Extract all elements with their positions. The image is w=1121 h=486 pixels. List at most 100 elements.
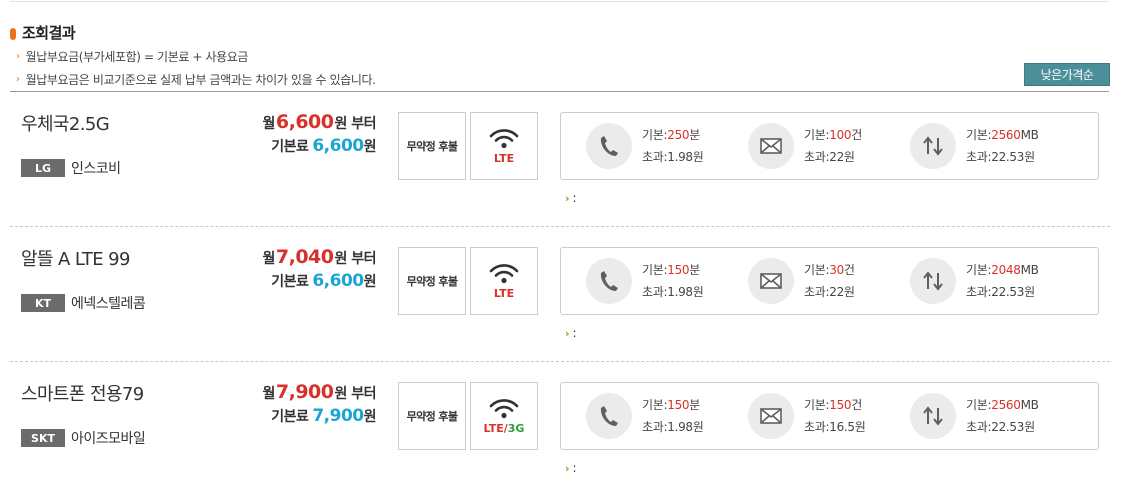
- voice-allowance: 기본:250분 초과:1.98원: [586, 123, 704, 169]
- data-transfer-icon: [910, 123, 956, 169]
- more-info-text: :: [572, 461, 577, 475]
- data-base-value: 2560: [991, 398, 1021, 412]
- more-info-link[interactable]: › :: [565, 326, 577, 340]
- voice-base-value: 250: [667, 128, 690, 142]
- voice-text: 기본:250분 초과:1.98원: [642, 124, 704, 168]
- data-allowance: 기본:2560MB 초과:22.53원: [910, 123, 1039, 169]
- voice-over-label: 초과:: [642, 150, 668, 164]
- plan-name[interactable]: 알뜰 A LTE 99: [21, 245, 130, 271]
- monthly-prefix: 월: [262, 386, 275, 402]
- base-fee-value: 6,600: [312, 136, 364, 156]
- voice-over-label: 초과:: [642, 420, 668, 434]
- sms-over-label: 초과:: [804, 150, 830, 164]
- data-unit: MB: [1020, 398, 1039, 412]
- monthly-price: 월 6,600 원 부터: [262, 111, 376, 133]
- data-unit: MB: [1020, 263, 1039, 277]
- contract-tag: 무약정 후불: [398, 247, 466, 315]
- page-title: 조회결과: [22, 23, 76, 42]
- plan-row[interactable]: 알뜰 A LTE 99 KT 에넥스텔레콤 월 7,040 원 부터 기본료 6…: [10, 227, 1110, 362]
- chevron-right-icon: ›: [565, 461, 570, 475]
- voice-over-value: 1.98원: [667, 150, 704, 164]
- network-tag: LTE: [470, 247, 538, 315]
- voice-base-label: 기본:: [642, 263, 668, 277]
- monthly-price: 월 7,040 원 부터: [262, 246, 376, 268]
- wifi-icon: [489, 399, 519, 419]
- sms-over-value: 22원: [829, 285, 855, 299]
- network-label: LTE/3G: [484, 422, 525, 435]
- data-base-value: 2048: [991, 263, 1021, 277]
- more-info-link[interactable]: › :: [565, 461, 577, 475]
- usage-detail: 기본:250분 초과:1.98원 기본:100건 초과:22원 기본:2560M…: [560, 112, 1099, 180]
- arrow-right-icon: ›: [16, 51, 20, 62]
- more-info-link[interactable]: › :: [565, 191, 577, 205]
- sms-unit: 건: [851, 128, 862, 142]
- voice-text: 기본:150분 초과:1.98원: [642, 394, 704, 438]
- base-fee-unit: 원: [363, 274, 377, 290]
- carrier-name: 아이즈모바일: [71, 431, 146, 447]
- sms-base-label: 기본:: [804, 263, 830, 277]
- carrier-badge: SKT: [21, 429, 65, 447]
- plan-row[interactable]: 우체국2.5G LG 인스코비 월 6,600 원 부터 기본료 6,600 원…: [10, 92, 1110, 227]
- data-text: 기본:2560MB 초과:22.53원: [966, 124, 1039, 168]
- more-info-text: :: [572, 326, 577, 340]
- data-transfer-icon: [910, 258, 956, 304]
- phone-icon: [586, 393, 632, 439]
- base-fee-unit: 원: [363, 139, 377, 155]
- voice-base-label: 기본:: [642, 128, 668, 142]
- base-fee-unit: 원: [363, 409, 377, 425]
- arrow-right-icon: ›: [16, 74, 20, 85]
- monthly-price-value: 7,900: [275, 381, 334, 403]
- sms-text: 기본:30건 초과:22원: [804, 259, 855, 303]
- base-fee: 기본료 6,600 원: [271, 271, 376, 291]
- wifi-icon: [489, 264, 519, 284]
- plan-name[interactable]: 우체국2.5G: [21, 110, 110, 136]
- data-allowance: 기본:2048MB 초과:22.53원: [910, 258, 1039, 304]
- section-title: 조회결과: [10, 22, 76, 42]
- base-fee: 기본료 6,600 원: [271, 136, 376, 156]
- voice-over-value: 1.98원: [667, 420, 704, 434]
- contract-tag: 무약정 후불: [398, 382, 466, 450]
- carrier-name: 에넥스텔레콤: [71, 296, 146, 312]
- base-fee: 기본료 7,900 원: [271, 406, 376, 426]
- envelope-icon: [748, 393, 794, 439]
- data-text: 기본:2048MB 초과:22.53원: [966, 259, 1039, 303]
- phone-icon: [586, 258, 632, 304]
- base-fee-label: 기본료: [271, 139, 309, 155]
- network-label: LTE: [494, 287, 514, 300]
- sms-unit: 건: [843, 263, 855, 277]
- envelope-icon: [748, 258, 794, 304]
- voice-unit: 분: [689, 263, 700, 277]
- bullet-icon: [10, 28, 16, 40]
- sms-allowance: 기본:150건 초과:16.5원: [748, 393, 866, 439]
- plan-row[interactable]: 스마트폰 전용79 SKT 아이즈모바일 월 7,900 원 부터 기본료 7,…: [10, 362, 1110, 486]
- voice-over-value: 1.98원: [667, 285, 704, 299]
- contract-tag: 무약정 후불: [398, 112, 466, 180]
- plan-name[interactable]: 스마트폰 전용79: [21, 380, 144, 406]
- data-over-label: 초과:: [966, 420, 992, 434]
- network-type: LTE: [493, 152, 515, 165]
- carrier: LG 인스코비: [21, 158, 121, 178]
- data-base-value: 2560: [991, 128, 1021, 142]
- monthly-suffix: 원 부터: [334, 251, 376, 267]
- voice-text: 기본:150분 초과:1.98원: [642, 259, 704, 303]
- sms-over-label: 초과:: [804, 285, 830, 299]
- monthly-price-value: 6,600: [275, 111, 334, 133]
- sms-over-label: 초과:: [804, 420, 830, 434]
- voice-base-value: 150: [667, 398, 690, 412]
- carrier: SKT 아이즈모바일: [21, 428, 146, 448]
- monthly-prefix: 월: [262, 116, 275, 132]
- note-text: 월납부요금은 비교기준으로 실제 납부 금액과는 차이가 있을 수 있습니다.: [25, 73, 376, 87]
- sms-over-value: 22원: [829, 150, 855, 164]
- monthly-suffix: 원 부터: [334, 116, 376, 132]
- data-over-value: 22.53원: [991, 420, 1035, 434]
- sms-base-value: 150: [829, 398, 852, 412]
- voice-base-label: 기본:: [642, 398, 668, 412]
- base-fee-label: 기본료: [271, 274, 309, 290]
- base-fee-label: 기본료: [271, 409, 309, 425]
- sort-lowest-price-button[interactable]: 낮은가격순: [1024, 63, 1110, 86]
- phone-icon: [586, 123, 632, 169]
- sms-text: 기본:100건 초과:22원: [804, 124, 862, 168]
- note-item: › 월납부요금은 비교기준으로 실제 납부 금액과는 차이가 있을 수 있습니다…: [16, 71, 376, 88]
- base-fee-value: 7,900: [312, 406, 364, 426]
- voice-unit: 분: [689, 398, 700, 412]
